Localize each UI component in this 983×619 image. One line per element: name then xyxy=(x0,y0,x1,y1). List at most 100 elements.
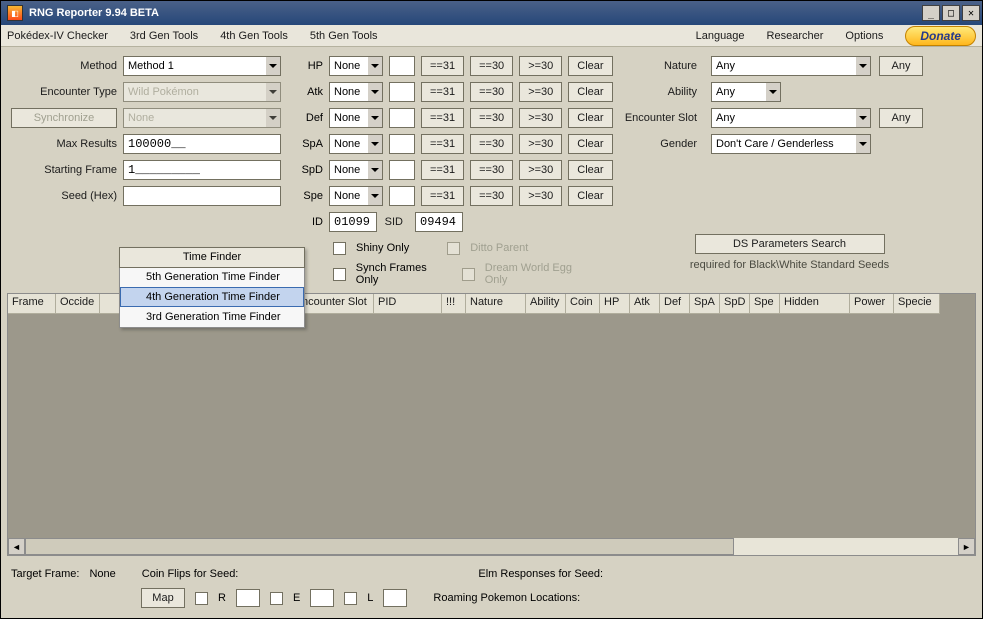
def-ge30-button[interactable]: >=30 xyxy=(519,108,562,128)
menu-pokedex[interactable]: Pokédex-IV Checker xyxy=(7,30,108,42)
col-frame[interactable]: Frame xyxy=(8,294,56,314)
starting-frame-input[interactable] xyxy=(123,160,281,180)
spa-select[interactable]: None xyxy=(329,134,383,154)
id-input[interactable] xyxy=(329,212,377,232)
menu-language[interactable]: Language xyxy=(696,30,745,42)
col-coin[interactable]: Coin xyxy=(566,294,600,314)
e-input[interactable] xyxy=(310,589,334,607)
col-spd[interactable]: SpD xyxy=(720,294,750,314)
donate-button[interactable]: Donate xyxy=(905,26,976,46)
spd-eq31-button[interactable]: ==31 xyxy=(421,160,464,180)
max-results-input[interactable] xyxy=(123,134,281,154)
r-input[interactable] xyxy=(236,589,260,607)
col-nature[interactable]: Nature xyxy=(466,294,526,314)
r-checkbox[interactable] xyxy=(195,592,208,605)
time-finder-gen4[interactable]: 4th Generation Time Finder xyxy=(120,287,304,307)
spd-select[interactable]: None xyxy=(329,160,383,180)
spe-select[interactable]: None xyxy=(329,186,383,206)
col-hidden[interactable]: Hidden xyxy=(780,294,850,314)
atk-clear-button[interactable]: Clear xyxy=(568,82,612,102)
nature-select[interactable]: Any xyxy=(711,56,871,76)
atk-ge30-button[interactable]: >=30 xyxy=(519,82,562,102)
hp-eq31-button[interactable]: ==31 xyxy=(421,56,464,76)
spe-input[interactable] xyxy=(389,186,415,206)
hp-ge30-button[interactable]: >=30 xyxy=(519,56,562,76)
spd-ge30-button[interactable]: >=30 xyxy=(519,160,562,180)
atk-eq30-button[interactable]: ==30 xyxy=(470,82,513,102)
col-encounter-slot[interactable]: ncounter Slot xyxy=(298,294,374,314)
col-spa[interactable]: SpA xyxy=(690,294,720,314)
encounter-type-select[interactable]: Wild Pokémon xyxy=(123,82,281,102)
col-specie[interactable]: Specie xyxy=(894,294,940,314)
minimize-button[interactable]: _ xyxy=(922,5,940,21)
col-pid[interactable]: PID xyxy=(374,294,442,314)
def-eq31-button[interactable]: ==31 xyxy=(421,108,464,128)
synchronize-button[interactable]: Synchronize xyxy=(11,108,117,128)
col-ability[interactable]: Ability xyxy=(526,294,566,314)
l-checkbox[interactable] xyxy=(344,592,357,605)
col-shiny[interactable]: !!! xyxy=(442,294,466,314)
menu-gen3[interactable]: 3rd Gen Tools xyxy=(130,30,198,42)
col-def[interactable]: Def xyxy=(660,294,690,314)
spa-clear-button[interactable]: Clear xyxy=(568,134,612,154)
scroll-thumb[interactable] xyxy=(25,538,734,555)
close-button[interactable]: ✕ xyxy=(962,5,980,21)
spe-eq30-button[interactable]: ==30 xyxy=(470,186,513,206)
ability-select[interactable]: Any xyxy=(711,82,781,102)
menu-gen4[interactable]: 4th Gen Tools xyxy=(220,30,288,42)
scroll-track[interactable] xyxy=(25,538,958,555)
maximize-button[interactable]: □ xyxy=(942,5,960,21)
results-grid[interactable]: Frame Occide ncounter Slot PID !!! Natur… xyxy=(7,293,976,556)
menu-options[interactable]: Options xyxy=(845,30,883,42)
synchronize-select[interactable]: None xyxy=(123,108,281,128)
time-finder-gen5[interactable]: 5th Generation Time Finder xyxy=(120,267,304,287)
col-power[interactable]: Power xyxy=(850,294,894,314)
def-eq30-button[interactable]: ==30 xyxy=(470,108,513,128)
e-checkbox[interactable] xyxy=(270,592,283,605)
encounter-slot-select[interactable]: Any xyxy=(711,108,871,128)
hp-input[interactable] xyxy=(389,56,415,76)
map-button[interactable]: Map xyxy=(141,588,185,608)
col-atk[interactable]: Atk xyxy=(630,294,660,314)
hp-eq30-button[interactable]: ==30 xyxy=(470,56,513,76)
scroll-left-icon[interactable]: ◄ xyxy=(8,538,25,555)
method-select[interactable]: Method 1 xyxy=(123,56,281,76)
spd-eq30-button[interactable]: ==30 xyxy=(470,160,513,180)
sid-input[interactable] xyxy=(415,212,463,232)
spd-input[interactable] xyxy=(389,160,415,180)
time-finder-gen3[interactable]: 3rd Generation Time Finder xyxy=(120,307,304,327)
ds-parameters-button[interactable]: DS Parameters Search xyxy=(695,234,885,254)
spe-clear-button[interactable]: Clear xyxy=(568,186,612,206)
time-finder-button[interactable]: Time Finder xyxy=(119,247,305,268)
spa-input[interactable] xyxy=(389,134,415,154)
spa-ge30-button[interactable]: >=30 xyxy=(519,134,562,154)
spa-eq31-button[interactable]: ==31 xyxy=(421,134,464,154)
atk-select[interactable]: None xyxy=(329,82,383,102)
horizontal-scrollbar[interactable]: ◄ ► xyxy=(8,538,975,555)
hp-clear-button[interactable]: Clear xyxy=(568,56,612,76)
atk-eq31-button[interactable]: ==31 xyxy=(421,82,464,102)
col-spe[interactable]: Spe xyxy=(750,294,780,314)
def-select[interactable]: None xyxy=(329,108,383,128)
menu-gen5[interactable]: 5th Gen Tools xyxy=(310,30,378,42)
l-input[interactable] xyxy=(383,589,407,607)
col-occide[interactable]: Occide xyxy=(56,294,100,314)
slot-any-button[interactable]: Any xyxy=(879,108,923,128)
shiny-only-checkbox[interactable] xyxy=(333,242,346,255)
nature-any-button[interactable]: Any xyxy=(879,56,923,76)
seed-input[interactable] xyxy=(123,186,281,206)
menu-researcher[interactable]: Researcher xyxy=(767,30,824,42)
spe-ge30-button[interactable]: >=30 xyxy=(519,186,562,206)
scroll-right-icon[interactable]: ► xyxy=(958,538,975,555)
def-clear-button[interactable]: Clear xyxy=(568,108,612,128)
atk-input[interactable] xyxy=(389,82,415,102)
gender-label: Gender xyxy=(607,138,703,150)
col-hp[interactable]: HP xyxy=(600,294,630,314)
spd-clear-button[interactable]: Clear xyxy=(568,160,612,180)
gender-select[interactable]: Don't Care / Genderless xyxy=(711,134,871,154)
def-input[interactable] xyxy=(389,108,415,128)
spa-eq30-button[interactable]: ==30 xyxy=(470,134,513,154)
synch-frames-checkbox[interactable] xyxy=(333,268,346,281)
hp-select[interactable]: None xyxy=(329,56,383,76)
spe-eq31-button[interactable]: ==31 xyxy=(421,186,464,206)
